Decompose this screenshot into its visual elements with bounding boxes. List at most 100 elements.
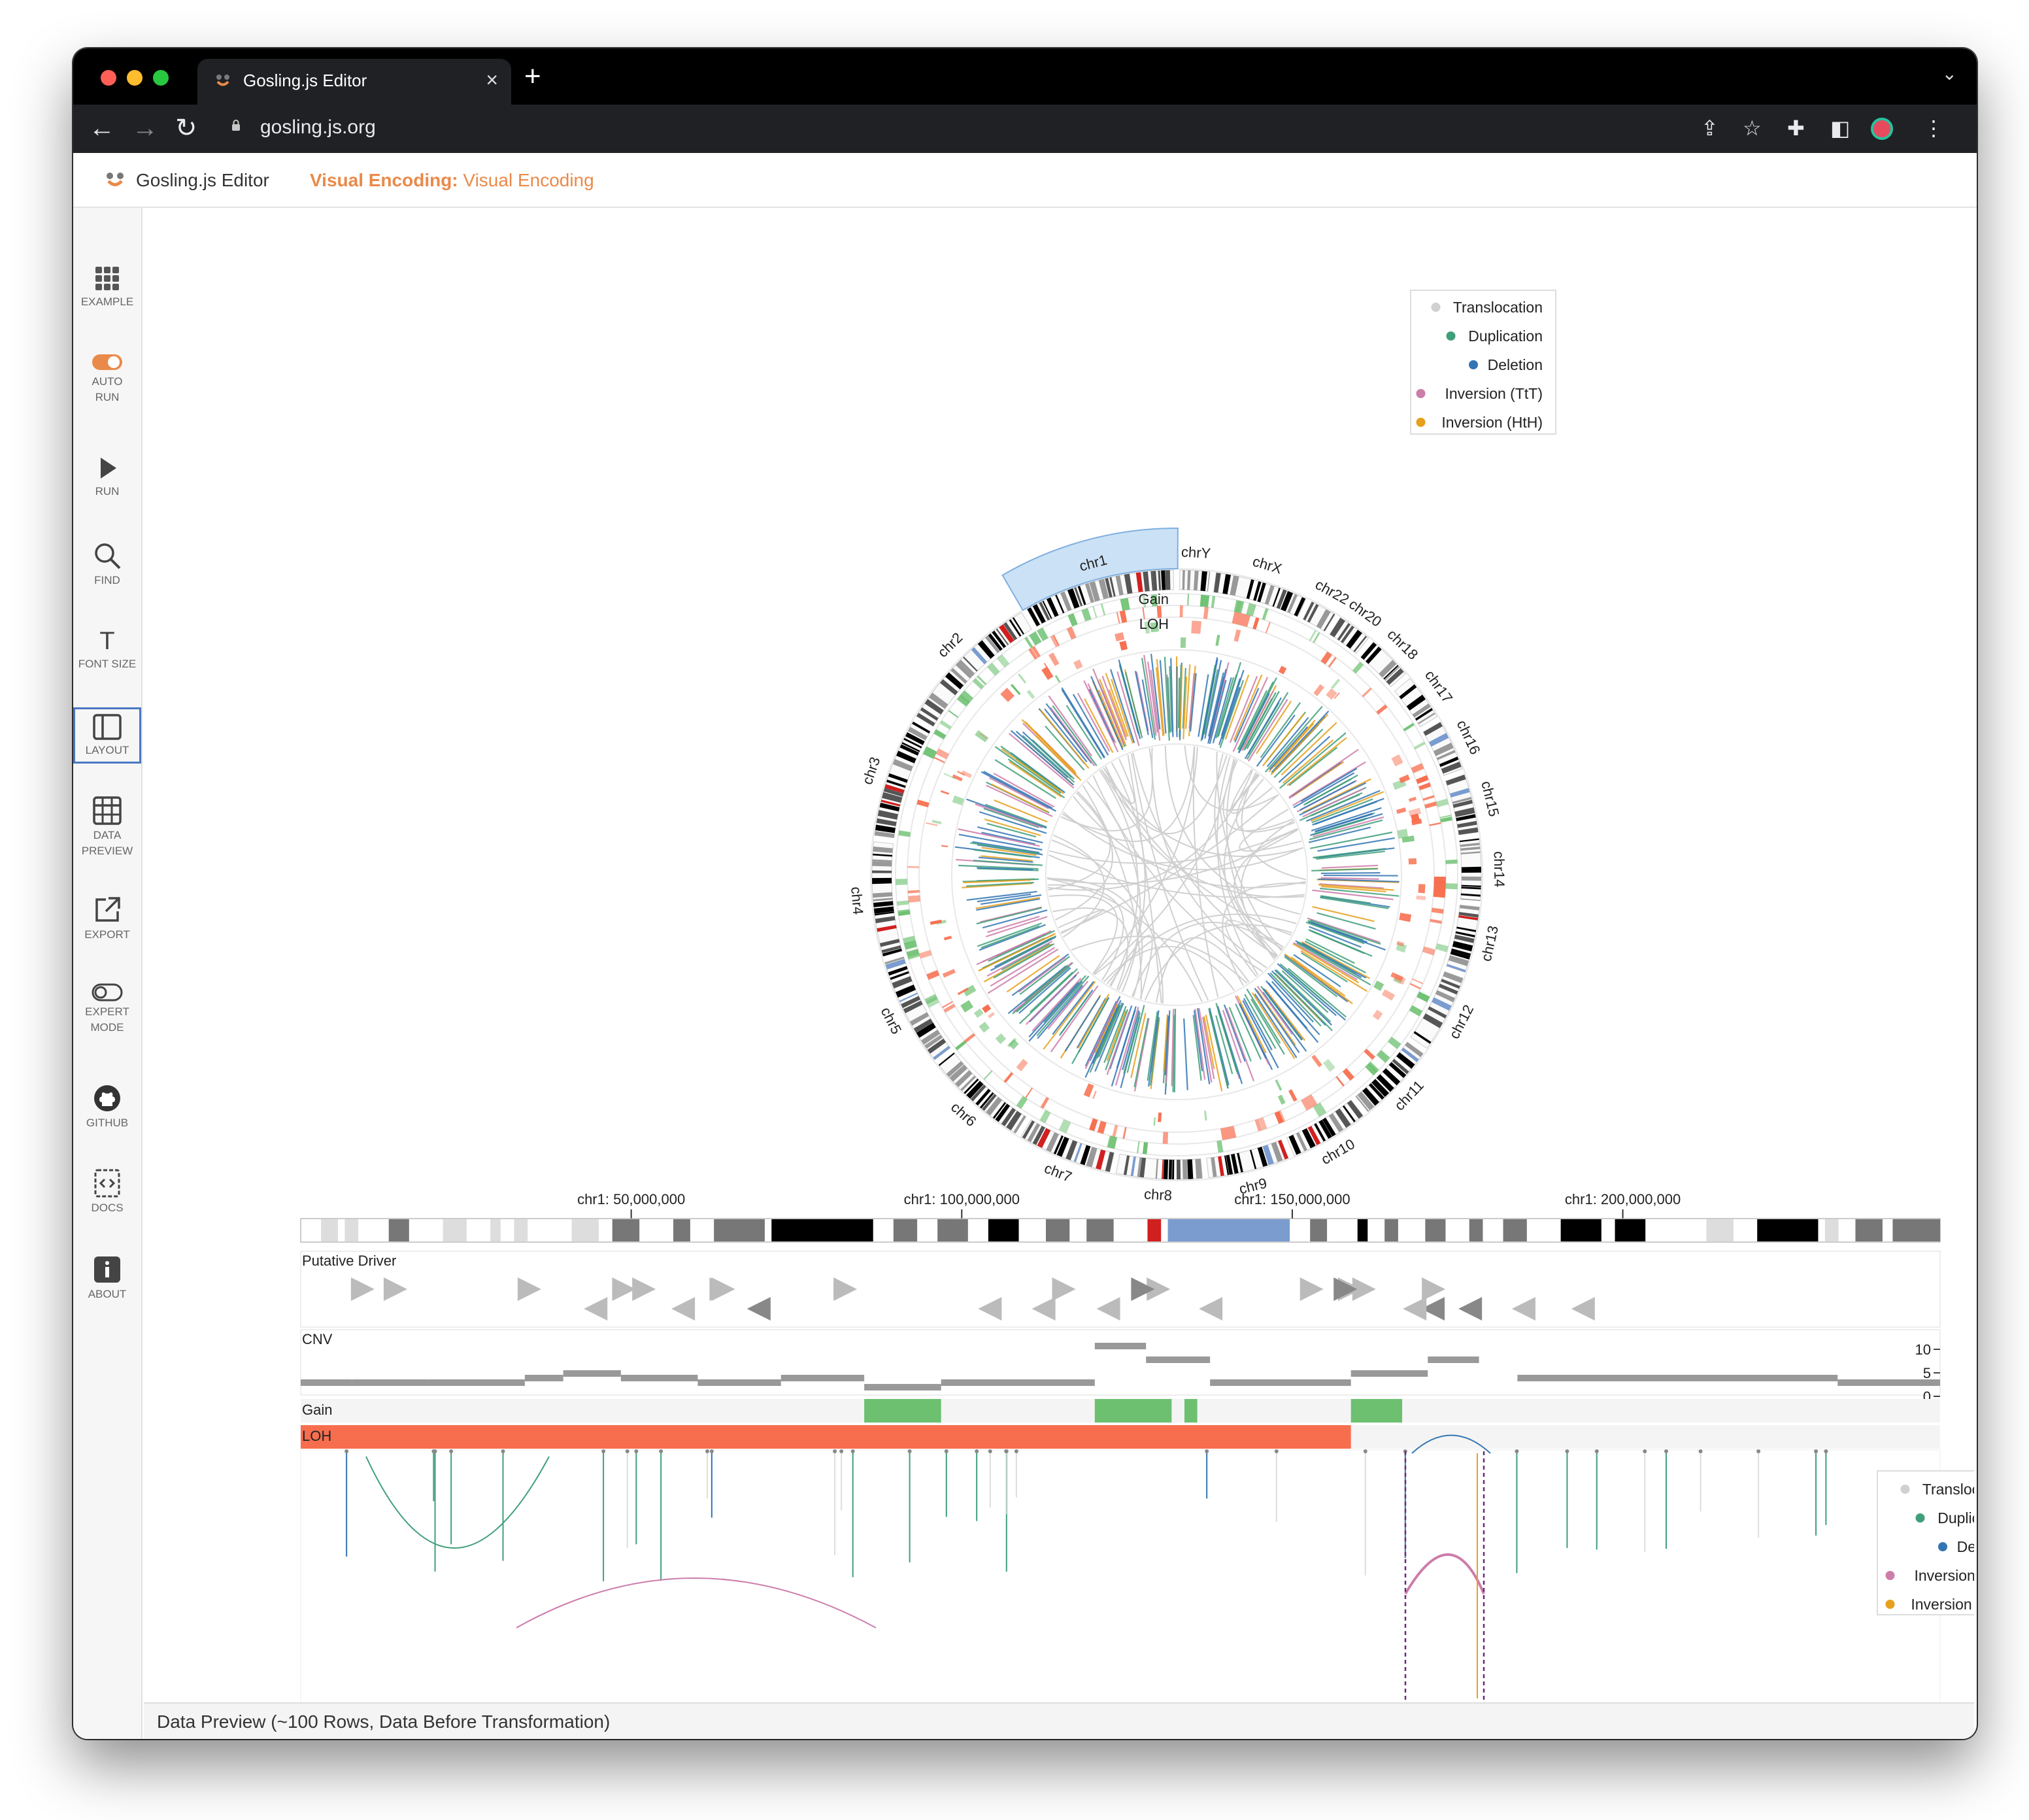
- driver-track-label: Putative Driver: [302, 1253, 396, 1269]
- linear-genome-view[interactable]: chr1: 50,000,000 chr1: 100,000,000 chr1: 1…: [300, 1191, 1977, 1710]
- circular-genome-view[interactable]: chrYchrXchr22chr20chr18chr17chr16chr15ch…: [848, 528, 1508, 1204]
- sv-anchor: [1004, 1449, 1009, 1453]
- cnv-segment: [1026, 689, 1035, 699]
- loh-segment: [916, 800, 930, 808]
- share-icon[interactable]: ⇪: [1701, 116, 1719, 140]
- driver-triangle-forward: [1422, 1277, 1446, 1301]
- linear-ideogram-band: [1384, 1219, 1398, 1241]
- sidebar-layout-button[interactable]: LAYOUT: [73, 707, 141, 764]
- sidebar-about-button[interactable]: ABOUT: [73, 1255, 141, 1302]
- export-icon: [95, 897, 120, 922]
- driver-triangle-forward: [1300, 1277, 1324, 1301]
- cnv-segment: [697, 1379, 781, 1386]
- sidebar-export-button[interactable]: EXPORT: [73, 896, 141, 943]
- sidebar-item-label: RUN: [95, 485, 120, 497]
- gosling-visualization[interactable]: chrYchrXchr22chr20chr18chr17chr16chr15ch…: [144, 208, 1977, 1710]
- sv-anchor: [601, 1449, 606, 1453]
- sidebar-item-label: ABOUT: [88, 1288, 127, 1300]
- cnv-segment: [961, 770, 973, 779]
- sv-anchor: [1664, 1449, 1668, 1453]
- loh-segment: [1422, 946, 1435, 956]
- loh-segment: [926, 969, 940, 980]
- loh-segment: [1430, 918, 1442, 924]
- linear-legend-label: Inversion (TtT): [1914, 1567, 1974, 1584]
- sv-anchor: [709, 1449, 714, 1453]
- example-title[interactable]: Visual Encoding: Visual Encoding: [310, 170, 594, 191]
- tab-close-icon[interactable]: ×: [486, 68, 498, 92]
- driver-triangle-forward: [833, 1277, 858, 1301]
- tab-search-chevron-icon[interactable]: ⌄: [1942, 63, 1957, 84]
- chromosome-label: chr13: [1478, 924, 1501, 963]
- driver-triangle-reverse: [1403, 1297, 1427, 1321]
- circos-gain-label: Gain: [1139, 591, 1169, 607]
- loh-segment: [1003, 1072, 1014, 1083]
- sidebar-autorun-toggle[interactable]: AUTO RUN: [73, 353, 141, 405]
- close-window-button[interactable]: [101, 70, 116, 86]
- sidebar-github-link[interactable]: GITHUB: [73, 1084, 141, 1131]
- back-icon[interactable]: ←: [89, 112, 115, 144]
- gain-segment: [1142, 1141, 1149, 1154]
- browser-menu-icon[interactable]: ⋮: [1923, 116, 1944, 140]
- bookmark-star-icon[interactable]: ☆: [1743, 116, 1762, 140]
- new-tab-button[interactable]: +: [524, 60, 541, 93]
- legend-swatch: [1431, 303, 1441, 312]
- data-preview-bar[interactable]: Data Preview (~100 Rows, Data Before Tra…: [144, 1702, 1974, 1739]
- profile-avatar[interactable]: [1871, 118, 1893, 140]
- table-icon: [93, 796, 122, 825]
- inversion-ttt-arc: [516, 1577, 877, 1628]
- sidebar-find-button[interactable]: FIND: [73, 541, 141, 588]
- maximize-window-button[interactable]: [153, 70, 169, 86]
- sidebar-font-size-button[interactable]: T FONT SIZE: [73, 628, 141, 672]
- gain-segment: [939, 720, 952, 730]
- sv-anchor: [988, 1449, 992, 1453]
- linear-ideogram-band: [612, 1219, 640, 1241]
- loh-segment: [1066, 626, 1077, 640]
- cnv-segment: [1313, 684, 1324, 697]
- sv-anchor: [1274, 1449, 1279, 1453]
- legend-label: Deletion: [1488, 356, 1543, 373]
- cnv-segment: [1311, 1054, 1322, 1068]
- browser-tab[interactable]: Gosling.js Editor ×: [197, 59, 511, 105]
- cnv-segment: [1146, 1357, 1211, 1363]
- gain-segment: [1445, 859, 1458, 864]
- address-bar[interactable]: gosling.js.org: [260, 116, 376, 139]
- cnv-segment: [988, 1012, 995, 1019]
- sv-track-frame: [300, 1449, 1941, 1710]
- sv-anchor: [449, 1449, 454, 1453]
- loh-segment: [1434, 881, 1446, 885]
- linear-ideogram-band: [1892, 1219, 1940, 1241]
- cnv-segment: [1083, 1083, 1094, 1098]
- sidebar-example-button[interactable]: EXAMPLE: [73, 265, 141, 310]
- linear-ideogram-band: [514, 1219, 528, 1241]
- play-icon: [101, 458, 116, 479]
- forward-icon[interactable]: →: [132, 112, 158, 144]
- sidebar-run-button[interactable]: RUN: [73, 455, 141, 499]
- cnv-axis-tick: 5: [1923, 1365, 1931, 1381]
- linear-ideogram-band: [1046, 1219, 1070, 1241]
- cnv-segment: [1399, 913, 1412, 922]
- cnv-segment: [301, 1379, 352, 1386]
- cnv-segment: [995, 1033, 1007, 1045]
- driver-track-frame: [300, 1251, 1941, 1328]
- gain-segment: [896, 879, 908, 885]
- reload-icon[interactable]: ↻: [175, 112, 197, 144]
- browser-window: Gosling.js Editor × + ⌄ ← → ↻ gosling.js…: [73, 48, 1977, 1739]
- linear-legend-swatch: [1885, 1600, 1895, 1609]
- sidebar-data-preview-button[interactable]: DATA PREVIEW: [73, 796, 141, 859]
- linear-ideogram-band: [1167, 1219, 1290, 1241]
- legend-label: Inversion (HtH): [1441, 414, 1543, 431]
- cnv-segment: [1210, 1379, 1351, 1386]
- translocation-chord: [1058, 909, 1105, 934]
- gain-segment: [1094, 1399, 1172, 1423]
- extensions-icon[interactable]: ✚: [1787, 116, 1805, 140]
- cnv-segment: [1203, 1110, 1207, 1121]
- minimize-window-button[interactable]: [127, 70, 143, 86]
- sidebar-expert-mode-toggle[interactable]: EXPERT MODE: [73, 983, 141, 1036]
- sv-line: [1323, 874, 1398, 877]
- loh-segment: [1162, 1132, 1169, 1144]
- sidebar-docs-link[interactable]: DOCS: [73, 1169, 141, 1216]
- sv-anchor: [501, 1449, 505, 1453]
- side-panel-icon[interactable]: ◧: [1830, 116, 1850, 140]
- linear-ideogram-band: [1757, 1219, 1819, 1241]
- loh-segment: [918, 950, 932, 959]
